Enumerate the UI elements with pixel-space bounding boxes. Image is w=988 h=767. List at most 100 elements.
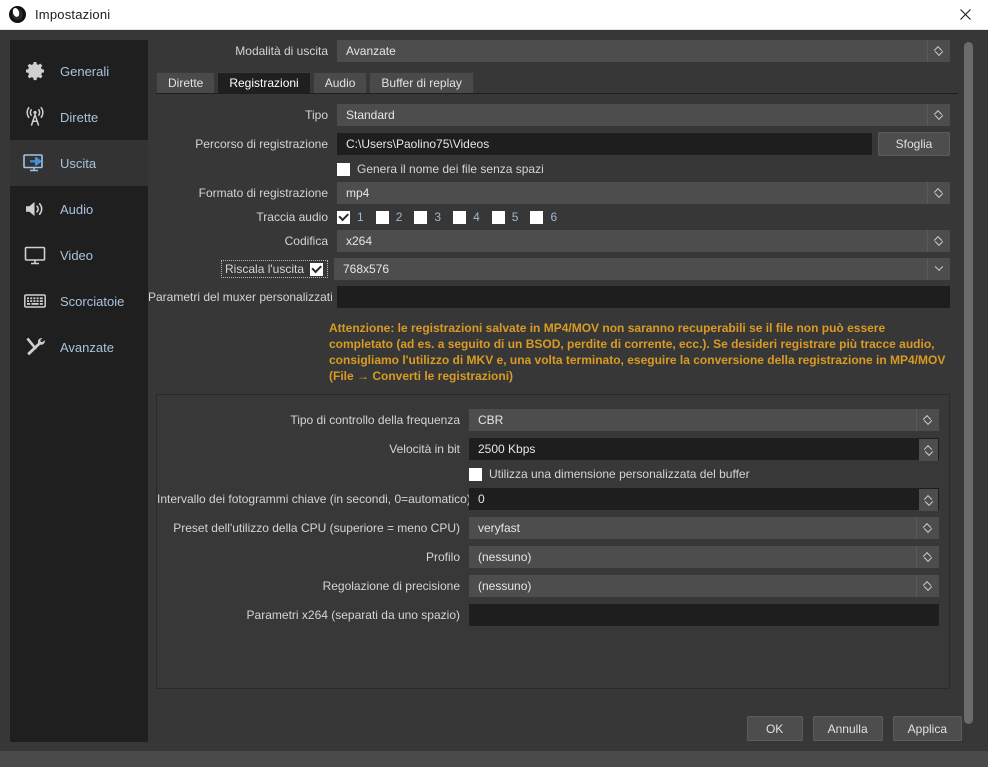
audio-track-2-label: 2: [395, 210, 403, 224]
obs-logo-icon: [9, 6, 26, 23]
rate-control-value: CBR: [478, 413, 504, 427]
audio-track-5-checkbox[interactable]: [491, 210, 505, 224]
no-space-filename-label: Genera il nome dei file senza spazi: [357, 162, 544, 176]
monitor-icon: [22, 242, 48, 268]
output-monitor-icon: [22, 150, 48, 176]
close-icon[interactable]: [942, 0, 988, 29]
bitrate-input[interactable]: 2500 Kbps: [469, 438, 939, 461]
tab-audio[interactable]: Audio: [312, 72, 368, 93]
recording-type-select[interactable]: Standard: [337, 104, 950, 126]
sidebar-item-dirette[interactable]: Dirette: [10, 94, 148, 140]
x264-options-label: Parametri x264 (separati da uno spazio): [246, 608, 460, 622]
tab-dirette[interactable]: Dirette: [156, 72, 216, 93]
broadcast-icon: [22, 104, 48, 130]
audio-track-2-checkbox[interactable]: [375, 210, 389, 224]
audio-track-6-checkbox[interactable]: [530, 210, 544, 224]
audio-track-6-label: 6: [550, 210, 558, 224]
rescale-output-checkbox[interactable]: [310, 262, 323, 276]
recording-format-label: Formato di registrazione: [198, 186, 328, 200]
rescale-output-select[interactable]: 768x576: [334, 258, 950, 280]
vertical-scrollbar[interactable]: [962, 42, 974, 724]
audio-track-5-label: 5: [511, 210, 519, 224]
sidebar-item-generali[interactable]: Generali: [10, 48, 148, 94]
rescale-output-value: 768x576: [343, 262, 390, 276]
output-tabs: Dirette Registrazioni Audio Buffer di re…: [156, 70, 958, 94]
audio-track-3-label: 3: [434, 210, 442, 224]
cpu-preset-row: Preset dell'utilizzo della CPU (superior…: [157, 517, 949, 539]
recording-type-value: Standard: [346, 108, 395, 122]
rate-control-label: Tipo di controllo della frequenza: [290, 413, 460, 427]
cpu-preset-select[interactable]: veryfast: [469, 517, 939, 539]
chevron-updown-icon[interactable]: [927, 104, 949, 126]
chevron-updown-icon[interactable]: [916, 546, 938, 568]
encoder-settings-group: Tipo di controllo della frequenza CBR Ve: [156, 394, 950, 689]
sidebar-item-scorciatoie[interactable]: Scorciatoie: [10, 278, 148, 324]
audio-track-4-checkbox[interactable]: [453, 210, 467, 224]
rate-control-row: Tipo di controllo della frequenza CBR: [157, 409, 949, 431]
tune-value: (nessuno): [478, 579, 532, 593]
keyframe-interval-input[interactable]: 0: [469, 488, 939, 511]
sidebar-item-label: Uscita: [60, 155, 97, 171]
settings-pane: Modalità di uscita Avanzate Dirette Regi…: [148, 40, 988, 751]
apply-button[interactable]: Applica: [892, 716, 962, 741]
title-bar: Impostazioni: [0, 0, 988, 30]
profile-label: Profilo: [425, 550, 460, 564]
cpu-preset-value: veryfast: [478, 521, 521, 535]
window-bottom-strip: [0, 751, 988, 767]
encoder-row: Codifica x264: [148, 230, 958, 252]
spinner-updown-icon[interactable]: [919, 439, 938, 461]
output-mode-row: Modalità di uscita Avanzate: [148, 40, 958, 62]
sidebar-item-label: Audio: [60, 201, 94, 217]
chevron-updown-icon[interactable]: [927, 40, 949, 62]
chevron-down-icon[interactable]: [927, 258, 949, 280]
encoder-value: x264: [346, 234, 373, 248]
tab-registrazioni[interactable]: Registrazioni: [217, 72, 311, 93]
no-space-filename-checkbox[interactable]: [337, 162, 350, 176]
sidebar-item-label: Video: [60, 247, 94, 263]
recording-format-select[interactable]: mp4: [337, 182, 950, 204]
chevron-updown-icon[interactable]: [916, 409, 938, 431]
sidebar-item-video[interactable]: Video: [10, 232, 148, 278]
no-space-filename-row: Genera il nome dei file senza spazi: [148, 162, 958, 176]
tab-buffer-di-replay[interactable]: Buffer di replay: [369, 72, 474, 93]
keyframe-interval-value: 0: [478, 492, 485, 506]
recording-path-input[interactable]: C:\Users\Paolino75\Videos: [337, 133, 872, 155]
cancel-button[interactable]: Annulla: [812, 716, 883, 741]
settings-sidebar: Generali Dirette Uscita Audio Video Scor…: [10, 40, 148, 742]
sidebar-item-avanzate[interactable]: Avanzate: [10, 324, 148, 370]
window-body: Generali Dirette Uscita Audio Video Scor…: [0, 30, 988, 751]
chevron-updown-icon[interactable]: [927, 182, 949, 204]
sidebar-item-audio[interactable]: Audio: [10, 186, 148, 232]
sidebar-item-uscita[interactable]: Uscita: [10, 140, 148, 186]
profile-value: (nessuno): [478, 550, 532, 564]
sidebar-item-label: Scorciatoie: [60, 293, 125, 309]
tune-select[interactable]: (nessuno): [469, 575, 939, 597]
bitrate-label: Velocità in bit: [389, 442, 460, 456]
chevron-updown-icon[interactable]: [927, 230, 949, 252]
recording-type-row: Tipo Standard: [148, 104, 958, 126]
encoder-select[interactable]: x264: [337, 230, 950, 252]
audio-track-1-checkbox[interactable]: [337, 210, 350, 224]
browse-button[interactable]: Sfoglia: [878, 132, 950, 156]
chevron-updown-icon[interactable]: [916, 517, 938, 539]
x264-options-input[interactable]: [469, 604, 939, 626]
scrollbar-thumb[interactable]: [964, 42, 973, 724]
tune-row: Regolazione di precisione (nessuno): [157, 575, 949, 597]
ok-button[interactable]: OK: [746, 716, 803, 741]
rate-control-select[interactable]: CBR: [469, 409, 939, 431]
chevron-updown-icon[interactable]: [916, 575, 938, 597]
audio-track-3-checkbox[interactable]: [414, 210, 428, 224]
profile-select[interactable]: (nessuno): [469, 546, 939, 568]
tools-icon: [22, 334, 48, 360]
output-mode-select[interactable]: Avanzate: [337, 40, 950, 62]
window-title: Impostazioni: [35, 7, 111, 22]
custom-buffer-label: Utilizza una dimensione personalizzata d…: [489, 467, 750, 481]
custom-buffer-checkbox[interactable]: [469, 467, 482, 481]
keyframe-interval-label: Intervallo dei fotogrammi chiave (in sec…: [157, 492, 471, 506]
audio-track-row: Traccia audio 1 2 3 4 5 6: [148, 210, 958, 224]
bitrate-value: 2500 Kbps: [478, 442, 536, 456]
custom-buffer-row: Utilizza una dimensione personalizzata d…: [157, 467, 949, 481]
rescale-output-focus-group[interactable]: Riscala l'uscita: [221, 260, 328, 278]
muxer-settings-input[interactable]: [337, 286, 950, 308]
spinner-updown-icon[interactable]: [919, 489, 938, 511]
